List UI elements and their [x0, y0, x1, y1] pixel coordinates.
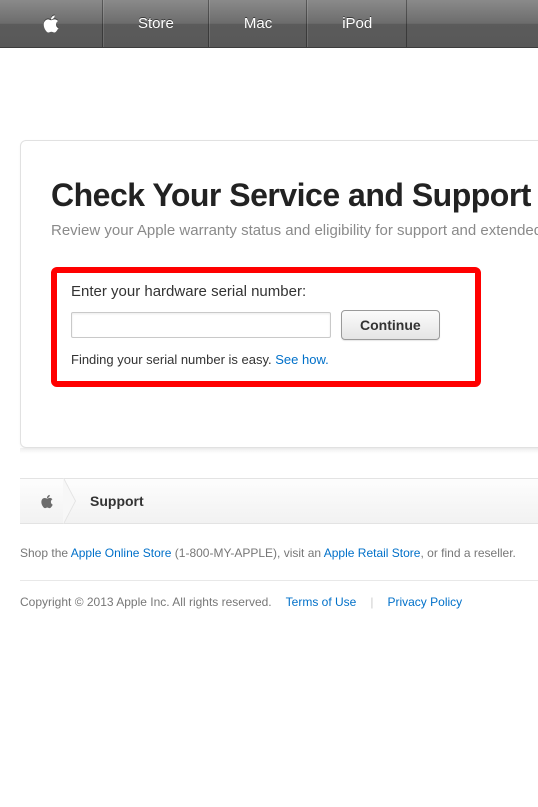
serial-input[interactable] [71, 312, 331, 338]
card-shadow [20, 448, 538, 454]
coverage-card: Check Your Service and Support Coverage … [20, 140, 538, 448]
footer-shop-line: Shop the Apple Online Store (1-800-MY-AP… [20, 546, 538, 560]
footer-retail-store-link[interactable]: Apple Retail Store [324, 546, 421, 560]
breadcrumb-apple-icon[interactable] [34, 488, 60, 514]
footer-shop-phone: (1-800-MY-APPLE), visit an [171, 546, 323, 560]
nav-item-store[interactable]: Store [103, 0, 209, 47]
serial-label: Enter your hardware serial number: [71, 283, 461, 300]
footer-copy-line: Copyright © 2013 Apple Inc. All rights r… [20, 580, 538, 609]
breadcrumb: Support [20, 478, 538, 524]
footer-shop-suffix: , or find a reseller. [420, 546, 515, 560]
footer-copyright: Copyright © 2013 Apple Inc. All rights r… [20, 595, 272, 609]
apple-logo-icon [40, 493, 54, 510]
page-title: Check Your Service and Support Coverage [51, 177, 538, 214]
footer-privacy-link[interactable]: Privacy Policy [387, 595, 462, 609]
footer-shop-prefix: Shop the [20, 546, 71, 560]
serial-help-line: Finding your serial number is easy. See … [71, 352, 461, 367]
serial-input-row: Continue [71, 310, 461, 340]
footer-divider: | [370, 595, 373, 609]
apple-logo-icon [42, 13, 60, 35]
chevron-right-icon [64, 478, 78, 524]
serial-form-highlight: Enter your hardware serial number: Conti… [51, 267, 481, 387]
page-subtitle: Review your Apple warranty status and el… [51, 222, 538, 239]
footer-online-store-link[interactable]: Apple Online Store [71, 546, 172, 560]
nav-apple-logo[interactable] [0, 0, 103, 47]
nav-item-ipod[interactable]: iPod [307, 0, 407, 47]
serial-help-text: Finding your serial number is easy. [71, 352, 275, 367]
footer-terms-link[interactable]: Terms of Use [286, 595, 357, 609]
top-nav: Store Mac iPod [0, 0, 538, 48]
see-how-link[interactable]: See how. [275, 352, 329, 367]
breadcrumb-current: Support [90, 493, 144, 509]
nav-item-mac[interactable]: Mac [209, 0, 307, 47]
footer: Shop the Apple Online Store (1-800-MY-AP… [20, 546, 538, 609]
continue-button[interactable]: Continue [341, 310, 440, 340]
